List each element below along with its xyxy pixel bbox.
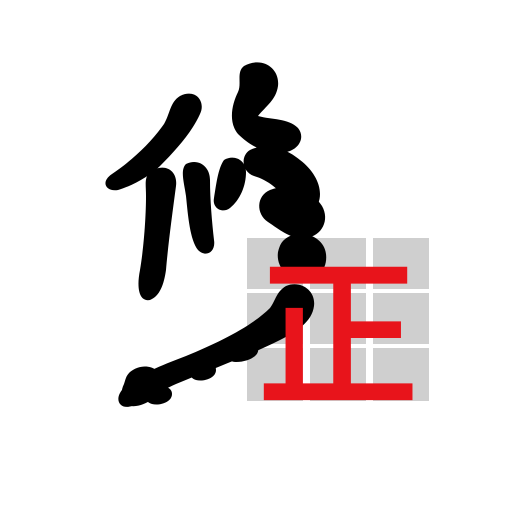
seal-character: 正 [258,242,418,430]
xiuzheng-logo: 正 [105,62,429,430]
logo-canvas: 正 [0,0,512,512]
